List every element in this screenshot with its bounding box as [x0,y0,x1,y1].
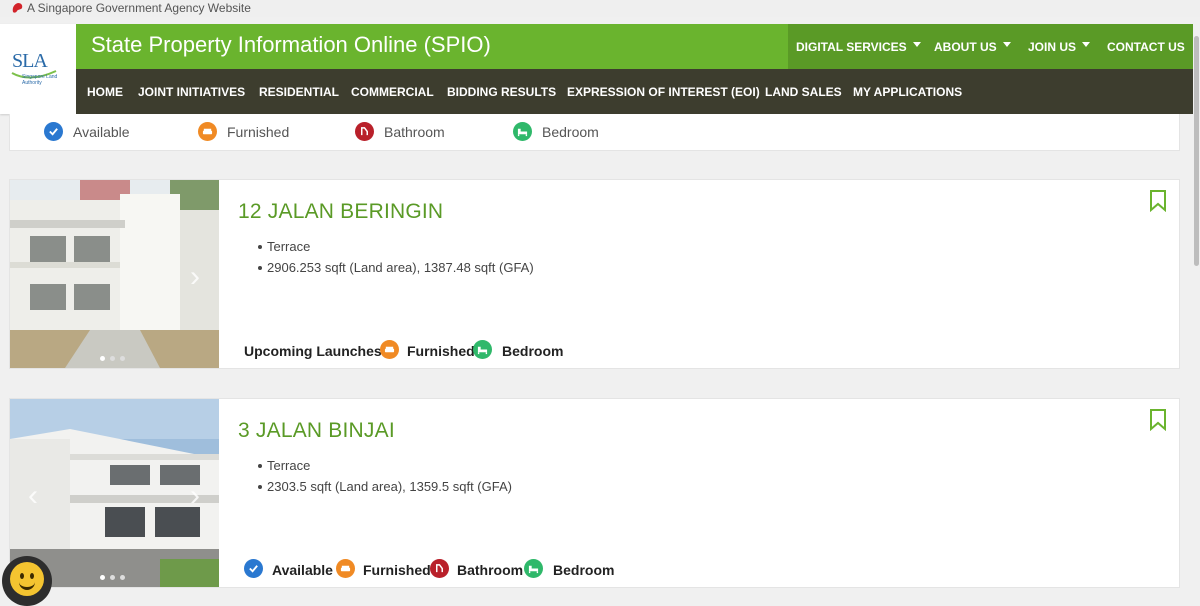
bathtub-icon [355,122,374,141]
property-area: 2303.5 sqft (Land area), 1359.5 sqft (GF… [258,476,512,497]
nav-my-applications[interactable]: MY APPLICATIONS [853,85,962,99]
property-type: Terrace [258,455,512,476]
nav-joint-initiatives[interactable]: JOINT INITIATIVES [138,85,245,99]
agency-text: A Singapore Government Agency Website [27,1,251,15]
smiley-face-icon [10,562,44,596]
chevron-right-icon[interactable]: › [190,260,200,294]
site-header: SLA Singapore Land Authority State Prope… [0,24,1193,114]
bathtub-icon [430,559,449,578]
logo-subtext: Singapore Land Authority [22,74,58,86]
sofa-icon [380,340,399,359]
property-photo-carousel[interactable]: › ‹ [10,399,219,587]
chevron-right-icon[interactable]: › [190,479,200,513]
site-title[interactable]: State Property Information Online (SPIO) [91,32,491,58]
nav-land-sales[interactable]: LAND SALES [765,85,842,99]
legend-label: Bedroom [542,124,599,140]
nav-commercial[interactable]: COMMERCIAL [351,85,434,99]
nav-bidding-results[interactable]: BIDDING RESULTS [447,85,556,99]
main-nav: HOME JOINT INITIATIVES RESIDENTIAL COMME… [76,69,1193,114]
listing-card[interactable]: › 12 JALAN BERINGIN Terrace 2906.253 sqf… [9,179,1180,369]
legend-label: Available [73,124,130,140]
property-type: Terrace [258,236,534,257]
nav-home[interactable]: HOME [87,85,123,99]
nav-expression-of-interest[interactable]: EXPRESSION OF INTEREST (EOI) [567,85,760,99]
agency-bar: A Singapore Government Agency Website [0,0,1200,17]
legend-label: Bathroom [384,124,445,140]
top-menu-join-us[interactable]: JOIN US [1028,40,1091,54]
chevron-down-icon [1002,42,1011,48]
check-icon [244,559,263,578]
top-menu-digital-services[interactable]: DIGITAL SERVICES [796,40,921,54]
top-menu-contact-us[interactable]: CONTACT US [1107,40,1185,54]
sofa-icon [198,122,217,141]
check-icon [44,122,63,141]
listing-title[interactable]: 3 JALAN BINJAI [238,419,395,443]
top-menu-about-us[interactable]: ABOUT US [934,40,1011,54]
bookmark-icon[interactable] [1149,190,1167,212]
property-photo [10,399,219,587]
listing-title[interactable]: 12 JALAN BERINGIN [238,200,443,224]
chevron-down-icon [1082,42,1091,48]
bookmark-icon[interactable] [1149,409,1167,431]
lion-logo-icon [12,3,23,13]
property-photo [10,180,219,368]
legend-label: Furnished [227,124,290,140]
carousel-dots[interactable] [100,567,130,585]
carousel-dots[interactable] [100,348,130,366]
page-scrollbar[interactable] [1193,24,1200,595]
scrollbar-thumb[interactable] [1194,36,1199,266]
title-bar: State Property Information Online (SPIO)… [76,24,1193,69]
chat-assistant-button[interactable] [2,556,52,606]
icon-legend: Available Furnished Bathroom Bedroom [9,114,1180,151]
bed-icon [473,340,492,359]
bed-icon [524,559,543,578]
listing-details: Terrace 2303.5 sqft (Land area), 1359.5 … [258,455,512,497]
sofa-icon [336,559,355,578]
listing-card[interactable]: › ‹ 3 JALAN BINJAI Terrace 2303.5 sqft (… [9,398,1180,588]
top-menu: DIGITAL SERVICES ABOUT US JOIN US CONTAC… [788,24,1193,69]
chevron-left-icon[interactable]: ‹ [28,479,38,513]
property-photo-carousel[interactable]: › [10,180,219,368]
nav-residential[interactable]: RESIDENTIAL [259,85,339,99]
sla-logo[interactable]: SLA Singapore Land Authority [0,24,76,114]
chevron-down-icon [912,42,921,48]
bed-icon [513,122,532,141]
property-area: 2906.253 sqft (Land area), 1387.48 sqft … [258,257,534,278]
listing-details: Terrace 2906.253 sqft (Land area), 1387.… [258,236,534,278]
